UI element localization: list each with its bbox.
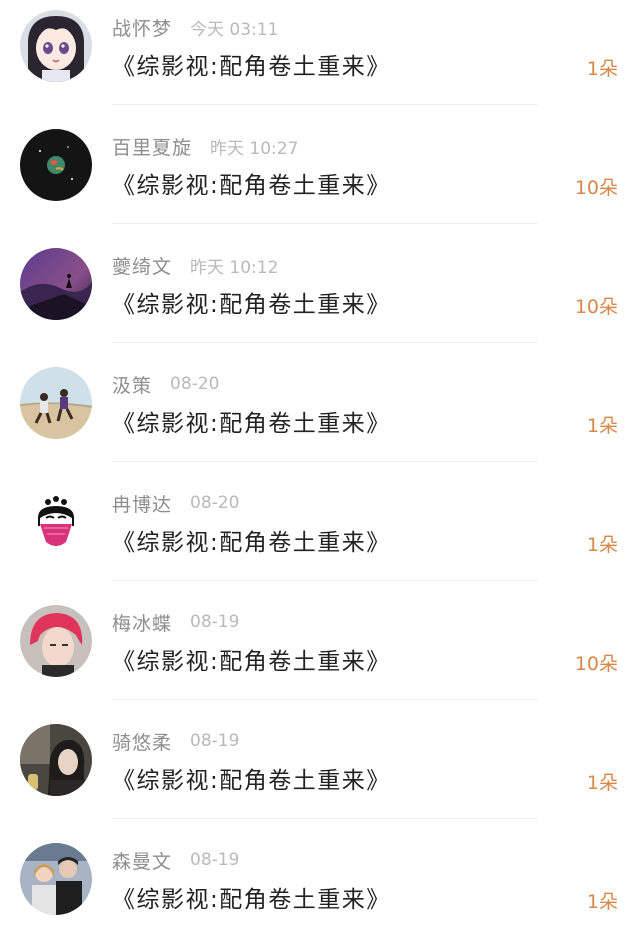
flower-count: 1朵 [586,58,618,80]
list-item[interactable]: 汲策 08-20 《综影视:配角卷土重来》 1朵 [0,357,640,476]
flower-count: 1朵 [586,415,618,437]
book-title[interactable]: 《综影视:配角卷土重来》 [112,47,391,81]
book-title[interactable]: 《综影视:配角卷土重来》 [112,642,391,676]
list-item[interactable]: 夔绮文 昨天 10:12 《综影视:配角卷土重来》 10朵 [0,238,640,357]
flower-count: 1朵 [586,891,618,913]
timestamp: 08-19 [190,731,240,751]
list-item[interactable]: 冉博达 08-20 《综影视:配角卷土重来》 1朵 [0,476,640,595]
user-name[interactable]: 骑悠柔 [112,728,172,755]
beach-runners-avatar-icon[interactable] [20,367,92,439]
timestamp: 08-20 [190,493,240,513]
couple-photo-avatar-icon[interactable] [20,843,92,915]
flower-count: 1朵 [586,772,618,794]
user-name[interactable]: 冉博达 [112,490,172,517]
book-title[interactable]: 《综影视:配角卷土重来》 [112,285,391,319]
timestamp: 昨天 10:12 [190,257,279,278]
flower-count: 10朵 [574,296,618,318]
user-name[interactable]: 战怀梦 [112,14,172,41]
list-item[interactable]: 梅冰蝶 08-19 《综影视:配角卷土重来》 10朵 [0,595,640,714]
user-name[interactable]: 梅冰蝶 [112,609,172,636]
planet-avatar-icon[interactable] [20,129,92,201]
divider [112,818,538,819]
divider [112,104,538,105]
divider [112,580,538,581]
divider [112,223,538,224]
book-title[interactable]: 《综影视:配角卷土重来》 [112,523,391,557]
divider [112,461,538,462]
list-item[interactable]: 战怀梦 今天 03:11 《综影视:配角卷土重来》 1朵 [0,0,640,119]
timestamp: 08-19 [190,612,240,632]
book-title[interactable]: 《综影视:配角卷土重来》 [112,166,391,200]
flower-count: 10朵 [574,177,618,199]
anime-girl-avatar-icon[interactable] [20,10,92,82]
user-name[interactable]: 百里夏旋 [112,133,192,160]
book-title[interactable]: 《综影视:配角卷土重来》 [112,761,391,795]
purple-landscape-avatar-icon[interactable] [20,248,92,320]
divider [112,699,538,700]
masked-woman-avatar-icon[interactable] [20,486,92,558]
timestamp: 今天 03:11 [190,19,279,40]
flower-count: 10朵 [574,653,618,675]
user-name[interactable]: 森曼文 [112,847,172,874]
timestamp: 08-19 [190,850,240,870]
car-selfie-avatar-icon[interactable] [20,724,92,796]
list-item[interactable]: 骑悠柔 08-19 《综影视:配角卷土重来》 1朵 [0,714,640,833]
red-hair-portrait-avatar-icon[interactable] [20,605,92,677]
timestamp: 08-20 [170,374,220,394]
gift-record-list: 战怀梦 今天 03:11 《综影视:配角卷土重来》 1朵 百里夏旋 昨天 10:… [0,0,640,918]
timestamp: 昨天 10:27 [210,138,299,159]
book-title[interactable]: 《综影视:配角卷土重来》 [112,404,391,438]
user-name[interactable]: 夔绮文 [112,252,172,279]
flower-count: 1朵 [586,534,618,556]
list-item[interactable]: 森曼文 08-19 《综影视:配角卷土重来》 1朵 [0,833,640,952]
book-title[interactable]: 《综影视:配角卷土重来》 [112,880,391,914]
list-item[interactable]: 百里夏旋 昨天 10:27 《综影视:配角卷土重来》 10朵 [0,119,640,238]
user-name[interactable]: 汲策 [112,371,152,398]
divider [112,342,538,343]
